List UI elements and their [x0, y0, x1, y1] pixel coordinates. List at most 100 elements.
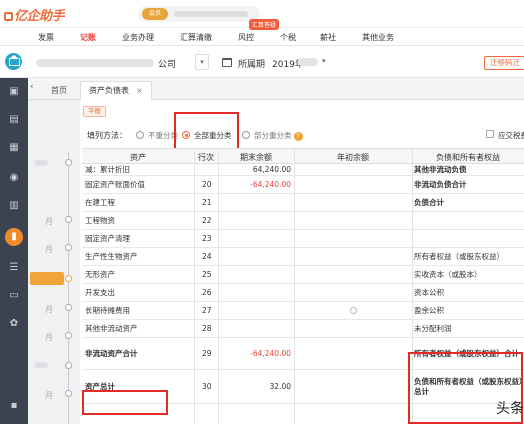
timeline-dot[interactable] [65, 216, 72, 223]
begin-balance-cell[interactable] [295, 338, 410, 369]
receipt-icon[interactable]: ▦ [8, 142, 20, 154]
begin-balance-cell[interactable] [295, 230, 410, 247]
line-number-cell: 20 [202, 180, 212, 189]
table-row[interactable]: 减：累计折旧 64,240.00 其他非流动负债 [82, 164, 524, 176]
end-balance-cell[interactable]: -64,240.00 [215, 176, 293, 193]
menu-item-payroll[interactable]: 薪社 [320, 32, 336, 43]
balance-sheet-table: 资产 行次 期末余额 年初余额 负债和所有者权益 减：累计折旧 64,240.00… [82, 148, 524, 424]
lock-icon[interactable]: ▪ [8, 400, 20, 412]
timeline-month[interactable]: 月 [45, 332, 53, 343]
timeline-month[interactable]: 月 [45, 304, 53, 315]
blurred-period [298, 58, 318, 66]
document-icon[interactable]: ▤ [8, 114, 20, 126]
table-row[interactable]: 生产性生物资产 24 所有者权益（或股东权益） [82, 248, 524, 266]
end-balance-cell[interactable] [215, 212, 293, 229]
begin-balance-cell[interactable] [295, 370, 410, 403]
table-row[interactable]: 工程物资 22 [82, 212, 524, 230]
timeline-dot[interactable] [65, 390, 72, 397]
timeline-month[interactable]: 月 [45, 390, 53, 401]
settings-icon[interactable]: ✿ [8, 318, 20, 330]
tab-home[interactable]: 首页 [42, 81, 76, 100]
timeline-month[interactable]: 月 [45, 216, 53, 227]
company-bar: 公司 ▾ 所属期 2019年 ▾ 迁移码迁 [0, 46, 524, 78]
radio-unselected-icon[interactable] [136, 131, 144, 139]
table-row[interactable]: 在建工程 21 负债合计 [82, 194, 524, 212]
begin-balance-cell[interactable] [295, 212, 410, 229]
menu-item-settlement[interactable]: 汇算清缴 [180, 32, 212, 43]
option-full-reclass[interactable]: 全部重分类 [182, 130, 232, 141]
begin-balance-cell[interactable] [295, 266, 410, 283]
inbox-icon[interactable]: ▣ [8, 86, 20, 98]
begin-balance-cell[interactable] [295, 176, 410, 193]
wallet-icon[interactable]: ▭ [8, 290, 20, 302]
timeline-dot[interactable] [65, 159, 72, 166]
table-row[interactable]: 非流动资产合计 29 -64,240.00 所有者权益（或股东权益）合计 [82, 338, 524, 370]
table-row[interactable]: 固定资产清理 23 [82, 230, 524, 248]
tab-balance-sheet-label: 资产负债表 [89, 86, 129, 95]
company-dropdown[interactable]: ▾ [195, 54, 209, 70]
end-balance-cell[interactable]: 64,240.00 [215, 164, 293, 175]
report-chart-icon[interactable]: ▮ [5, 228, 23, 246]
menu-item-business[interactable]: 业务办理 [122, 32, 154, 43]
timeline-dot[interactable] [65, 304, 72, 311]
timeline-month[interactable]: 月 [45, 244, 53, 255]
end-balance-cell[interactable] [215, 266, 293, 283]
money-bag-icon[interactable]: ◉ [8, 172, 20, 184]
begin-balance-cell[interactable] [295, 284, 410, 301]
end-balance-cell[interactable] [215, 248, 293, 265]
settlement-qa-badge[interactable]: 汇算答疑 [249, 19, 280, 30]
option-partial-reclass-label: 部分重分类 [254, 131, 292, 140]
tab-close-icon[interactable]: × [136, 86, 143, 95]
menu-item-risk[interactable]: 风控 [238, 32, 254, 43]
menu-item-bookkeeping[interactable]: 记账 [80, 32, 96, 43]
timeline-dot[interactable] [65, 244, 72, 251]
calculator-icon[interactable]: ▥ [8, 200, 20, 212]
begin-balance-cell[interactable] [295, 320, 410, 337]
table-row[interactable]: 无形资产 25 实收资本（或股本） [82, 266, 524, 284]
radio-unselected-icon[interactable] [242, 131, 250, 139]
period-chevron-down-icon[interactable]: ▾ [322, 57, 326, 65]
end-balance-cell[interactable]: -64,240.00 [215, 338, 293, 369]
option-partial-reclass[interactable]: 部分重分类? [242, 130, 303, 141]
table-row[interactable]: 开发支出 26 资本公积 [82, 284, 524, 302]
end-balance-cell[interactable] [215, 194, 293, 211]
list-icon[interactable]: ☰ [8, 262, 20, 274]
end-balance-cell[interactable] [215, 302, 293, 319]
timeline-dot[interactable] [65, 362, 72, 369]
begin-balance-cell[interactable] [295, 194, 410, 211]
table-row[interactable]: 长期待摊费用 27 盈余公积 [82, 302, 524, 320]
timeline-dot[interactable] [65, 332, 72, 339]
header-asset: 资产 [130, 153, 146, 162]
liability-name-cell: 资本公积 [414, 287, 444, 297]
begin-balance-cell[interactable] [295, 248, 410, 265]
timeline-current-month[interactable] [30, 272, 64, 285]
cell-settings-icon[interactable] [350, 307, 357, 314]
begin-balance-cell[interactable] [295, 164, 410, 175]
table-row[interactable]: 资产总计 30 32.00 负债和所有者权益（或股东权益）总计 [82, 370, 524, 404]
option-no-reclass[interactable]: 不重分类 [136, 130, 178, 141]
line-number-cell: 29 [202, 349, 212, 358]
app-logo[interactable]: 亿企助手 [4, 5, 65, 24]
vip-account-box[interactable]: 会员 [138, 6, 260, 22]
menu-item-income-tax[interactable]: 个税 [280, 32, 296, 43]
company-name-suffix: 公司 [158, 60, 177, 70]
end-balance-cell[interactable]: 32.00 [215, 370, 293, 403]
end-balance-cell[interactable] [215, 284, 293, 301]
liability-name-cell: 其他非流动负债 [414, 164, 467, 174]
timeline-current-dot[interactable] [65, 275, 72, 282]
end-balance-cell[interactable] [215, 230, 293, 247]
tab-back-arrow-icon[interactable]: ‹ [30, 82, 34, 92]
asset-name-cell: 生产性生物资产 [85, 252, 138, 261]
asset-name-cell: 非流动资产合计 [85, 349, 138, 358]
radio-selected-icon[interactable] [182, 131, 190, 139]
help-icon[interactable]: ? [293, 132, 303, 141]
tax-checkbox[interactable] [486, 130, 494, 138]
menu-item-invoice[interactable]: 发票 [38, 32, 54, 43]
home-icon[interactable] [5, 53, 22, 70]
table-row[interactable]: 固定资产账面价值 20 -64,240.00 非流动负债合计 [82, 176, 524, 194]
tab-balance-sheet[interactable]: 资产负债表 × [80, 81, 152, 100]
migrate-button[interactable]: 迁移码迁 [484, 56, 524, 70]
menu-item-other[interactable]: 其他业务 [362, 32, 394, 43]
end-balance-cell[interactable] [215, 320, 293, 337]
table-row[interactable]: 其他非流动资产 28 未分配利润 [82, 320, 524, 338]
